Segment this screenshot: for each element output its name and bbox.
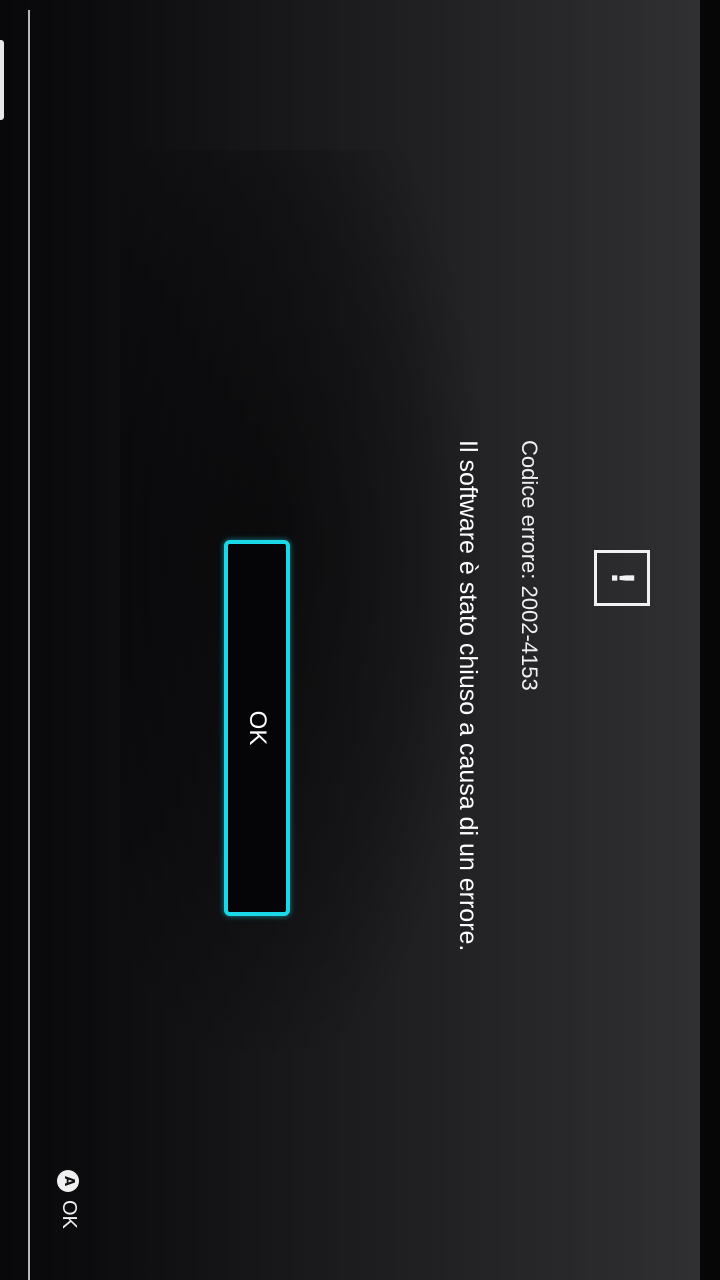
ok-button[interactable]: OK	[224, 540, 290, 916]
footer-button-hint[interactable]: A OK	[57, 1170, 80, 1229]
error-code: Codice errore: 2002-4153	[517, 440, 542, 691]
photo-frame: ! Codice errore: 2002-4153 Il software è…	[0, 0, 720, 1280]
error-dialog: ! Codice errore: 2002-4153 Il software è…	[30, 40, 690, 1240]
a-button-icon: A	[57, 1170, 80, 1192]
error-message: Il software è stato chiuso a causa di un…	[454, 440, 482, 952]
device-bezel	[700, 0, 720, 1280]
ok-button-label: OK	[244, 710, 271, 746]
footer-hint-label: OK	[58, 1200, 80, 1229]
exclamation-icon: !	[594, 550, 650, 606]
screen-edge-highlight	[0, 40, 4, 120]
